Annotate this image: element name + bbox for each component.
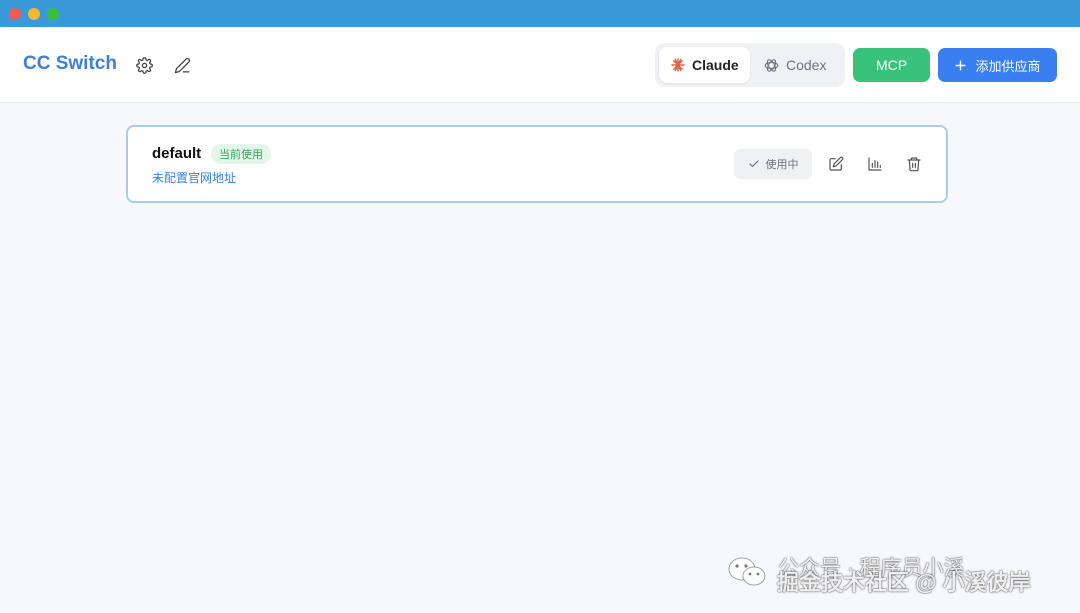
- tab-codex-label: Codex: [786, 57, 827, 73]
- check-icon: [748, 160, 759, 168]
- add-provider-label: 添加供应商: [975, 58, 1041, 74]
- trash-icon[interactable]: [904, 154, 924, 174]
- zoom-window-button[interactable]: [47, 8, 59, 20]
- provider-website-link[interactable]: 未配置官网地址: [152, 169, 236, 186]
- mcp-button[interactable]: MCP: [853, 48, 930, 82]
- tab-claude[interactable]: Claude: [659, 47, 750, 83]
- edit-icon[interactable]: [826, 154, 846, 174]
- gear-icon[interactable]: [134, 55, 154, 75]
- wechat-icon: [728, 557, 766, 586]
- app-header: CC Switch Claude Codex MCP 添加供应商: [0, 27, 1080, 103]
- plus-icon: [954, 59, 967, 72]
- in-use-label: 使用中: [765, 159, 799, 171]
- provider-name: default: [152, 145, 202, 162]
- minimize-window-button[interactable]: [28, 8, 40, 20]
- current-badge: 当前使用: [211, 144, 271, 164]
- add-provider-button[interactable]: 添加供应商: [938, 48, 1057, 82]
- tab-claude-label: Claude: [692, 57, 739, 73]
- provider-card[interactable]: default 当前使用 未配置官网地址 使用中: [126, 125, 948, 203]
- window-titlebar: [0, 0, 1080, 27]
- app-title: CC Switch: [23, 53, 117, 74]
- pencil-icon[interactable]: [172, 55, 192, 75]
- tab-codex[interactable]: Codex: [752, 47, 842, 83]
- watermark-line2: 掘金技术社区 @ 小溪彼岸: [777, 570, 1031, 595]
- watermark-line1: 公众号 · 程序员小溪: [778, 557, 965, 580]
- openai-icon: [764, 58, 779, 72]
- close-window-button[interactable]: [9, 8, 21, 20]
- stats-icon[interactable]: [865, 154, 885, 174]
- claude-spark-icon: [671, 58, 685, 72]
- app-switcher: Claude Codex: [655, 43, 845, 87]
- in-use-button[interactable]: 使用中: [734, 149, 812, 179]
